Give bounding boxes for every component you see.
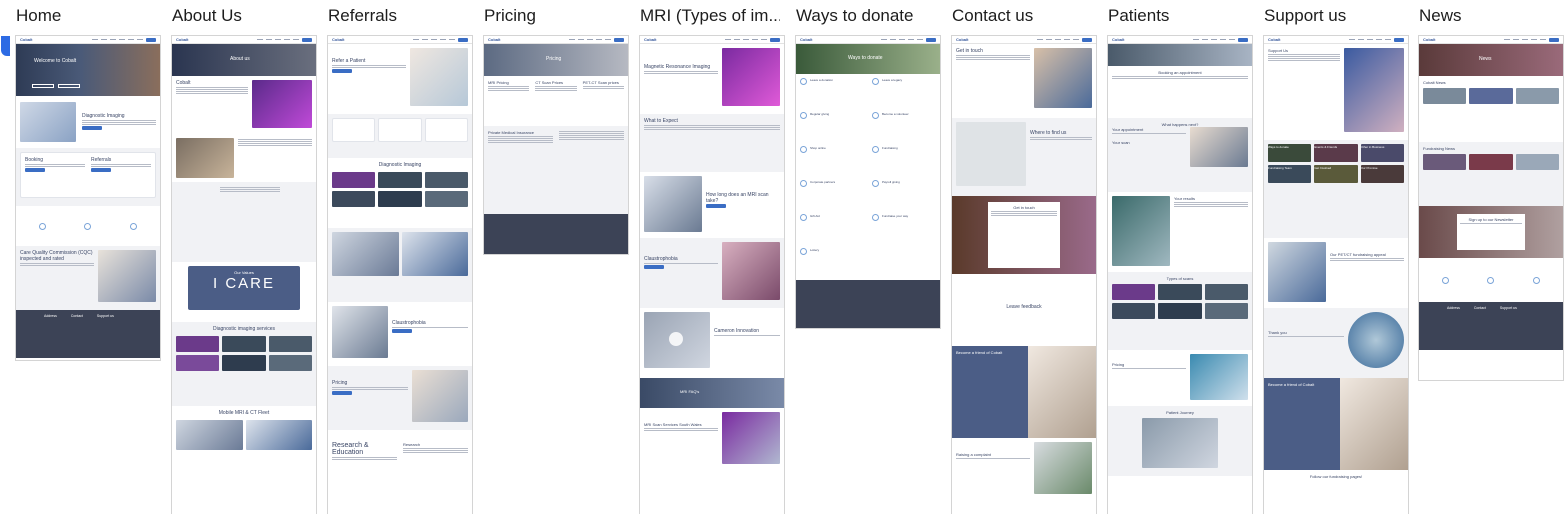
runners-photo [1344, 48, 1404, 132]
about-hero: About us [172, 44, 316, 76]
referrals-button[interactable] [91, 168, 111, 172]
artboard-pricing[interactable]: Cobalt Pricing MRI Pricing CT Scan Price… [484, 36, 628, 254]
people-icon [84, 222, 92, 230]
artboard-title-home[interactable]: Home [16, 6, 156, 26]
pricing-heading: Pricing [332, 380, 348, 386]
scanner-photo [20, 102, 76, 142]
how-long-heading: How long does an MRI scan take? [706, 192, 769, 204]
artboard-title-news[interactable]: News [1419, 6, 1559, 26]
artboard-title-support[interactable]: Support us [1264, 6, 1404, 26]
feedback-heading: Leave feedback [1006, 304, 1042, 310]
design-canvas: Home About Us Referrals Pricing MRI (Typ… [0, 0, 1566, 514]
referrals-heading: Referrals [91, 157, 112, 163]
artboard-about[interactable]: Cobalt About us Cobalt Our Values I CARE… [172, 36, 316, 514]
donate-footer [796, 280, 940, 328]
mri-machine-photo [722, 48, 780, 106]
footer-address: Address [44, 314, 57, 318]
mri-heading: Magnetic Resonance Imaging [644, 64, 711, 70]
news-footer: Address Contact Support us [1419, 302, 1563, 350]
nurse-photo [410, 48, 468, 106]
site-nav[interactable]: Cobalt [16, 36, 160, 44]
pricing-hero-title: Pricing [546, 56, 562, 62]
artboard-support[interactable]: Cobalt Support Us Ways to donate Events &… [1264, 36, 1408, 514]
contact-form[interactable]: Get in touch [988, 202, 1060, 268]
home-hero-title: Welcome to Cobalt [34, 58, 77, 64]
artboard-contact[interactable]: Cobalt Get in touch Where to find us Get… [952, 36, 1096, 514]
refer-heading: Refer a Patient [332, 58, 366, 64]
artboard-title-patients[interactable]: Patients [1108, 6, 1248, 26]
mobile-fleet-heading: Mobile MRI & CT Fleet [218, 410, 270, 416]
selection-indicator [1, 36, 10, 56]
news-hero: News [1419, 44, 1563, 76]
footer-support: Support us [96, 314, 114, 318]
home-hero: Welcome to Cobalt [16, 44, 160, 96]
pricing-footer [484, 214, 628, 254]
footer-contact: Contact [70, 314, 83, 318]
private-insurance-heading: Private Medical Insurance [488, 130, 535, 135]
services-heading: Diagnostic imaging services [213, 326, 275, 332]
artboard-news[interactable]: Cobalt News Cobalt News Fundraising News… [1419, 36, 1563, 380]
diagnostic-imaging-heading: Diagnostic Imaging [82, 113, 125, 119]
staff-photo [98, 250, 156, 302]
donate-hero: Ways to donate [796, 44, 940, 74]
mri-room-photo [252, 80, 312, 128]
artboard-title-about[interactable]: About Us [172, 6, 312, 26]
artboard-title-mri[interactable]: MRI (Types of im... [640, 6, 780, 26]
artboard-referrals[interactable]: Cobalt Refer a Patient Diagnostic Imagin… [328, 36, 472, 514]
what-to-expect-heading: What to Expect [644, 118, 678, 124]
about-hero-title: About us [230, 56, 250, 62]
cobalt-heading: Cobalt [176, 80, 191, 86]
artboard-title-contact[interactable]: Contact us [952, 6, 1092, 26]
diag-imaging-heading: Diagnostic Imaging [378, 162, 422, 168]
claustrophobia-heading: Claustrophobia [392, 320, 426, 326]
artboard-mri[interactable]: Cobalt Magnetic Resonance Imaging What t… [640, 36, 784, 514]
booking-button[interactable] [25, 168, 45, 172]
artboard-title-pricing[interactable]: Pricing [484, 6, 624, 26]
values-word: I CARE [212, 275, 275, 292]
map[interactable] [956, 122, 1026, 186]
values-panel: Our Values I CARE [188, 266, 300, 310]
pricing-hero: Pricing [484, 44, 628, 76]
artboard-title-donate[interactable]: Ways to donate [796, 6, 936, 26]
artboard-donate[interactable]: Cobalt Ways to donate Leave a donation L… [796, 36, 940, 328]
artboard-home[interactable]: Cobalt Welcome to Cobalt Diagnostic Imag… [16, 36, 160, 360]
cqc-icon [39, 222, 47, 230]
artboard-title-referrals[interactable]: Referrals [328, 6, 468, 26]
artboard-patients[interactable]: Cobalt Booking an appointment What happe… [1108, 36, 1252, 514]
play-icon[interactable] [669, 332, 683, 346]
site-footer: Address Contact Support us [16, 310, 160, 358]
thumbs-up-icon [129, 222, 137, 230]
booking-heading: Booking [25, 157, 44, 163]
donate-hero-title: Ways to donate [848, 55, 883, 61]
cqc-heading: Care Quality Commission (CQC) inspected … [20, 250, 93, 262]
cobalt-logo: Cobalt [20, 37, 33, 42]
research-heading: Research & Education [332, 442, 369, 456]
learn-more-button[interactable] [82, 126, 102, 130]
